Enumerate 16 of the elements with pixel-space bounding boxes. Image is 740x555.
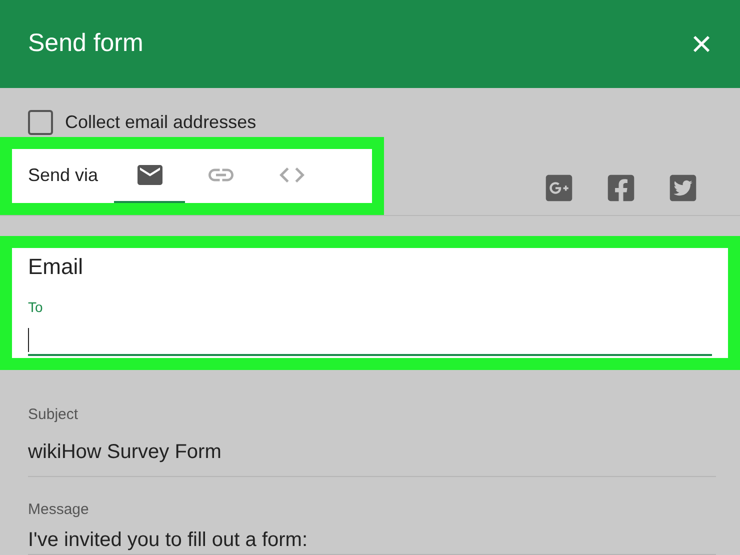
facebook-icon[interactable]: [606, 172, 636, 203]
text-cursor: [28, 328, 29, 352]
dialog-title: Send form: [28, 28, 144, 60]
checkbox-label: Collect email addresses: [65, 111, 256, 134]
send-via-label: Send via: [27, 164, 100, 188]
message-label: Message: [28, 500, 90, 520]
close-button[interactable]: ×: [690, 26, 712, 62]
subject-label: Subject: [28, 405, 80, 425]
section-heading: Email: [28, 252, 84, 281]
to-field[interactable]: [28, 326, 712, 356]
subject-field[interactable]: wikiHow Survey Form: [28, 436, 716, 476]
collect-emails-checkbox[interactable]: [28, 110, 53, 136]
to-label: To: [28, 298, 44, 317]
twitter-icon[interactable]: [668, 172, 698, 203]
message-field[interactable]: I've invited you to fill out a form:: [28, 525, 716, 555]
google-plus-icon[interactable]: [544, 172, 574, 203]
